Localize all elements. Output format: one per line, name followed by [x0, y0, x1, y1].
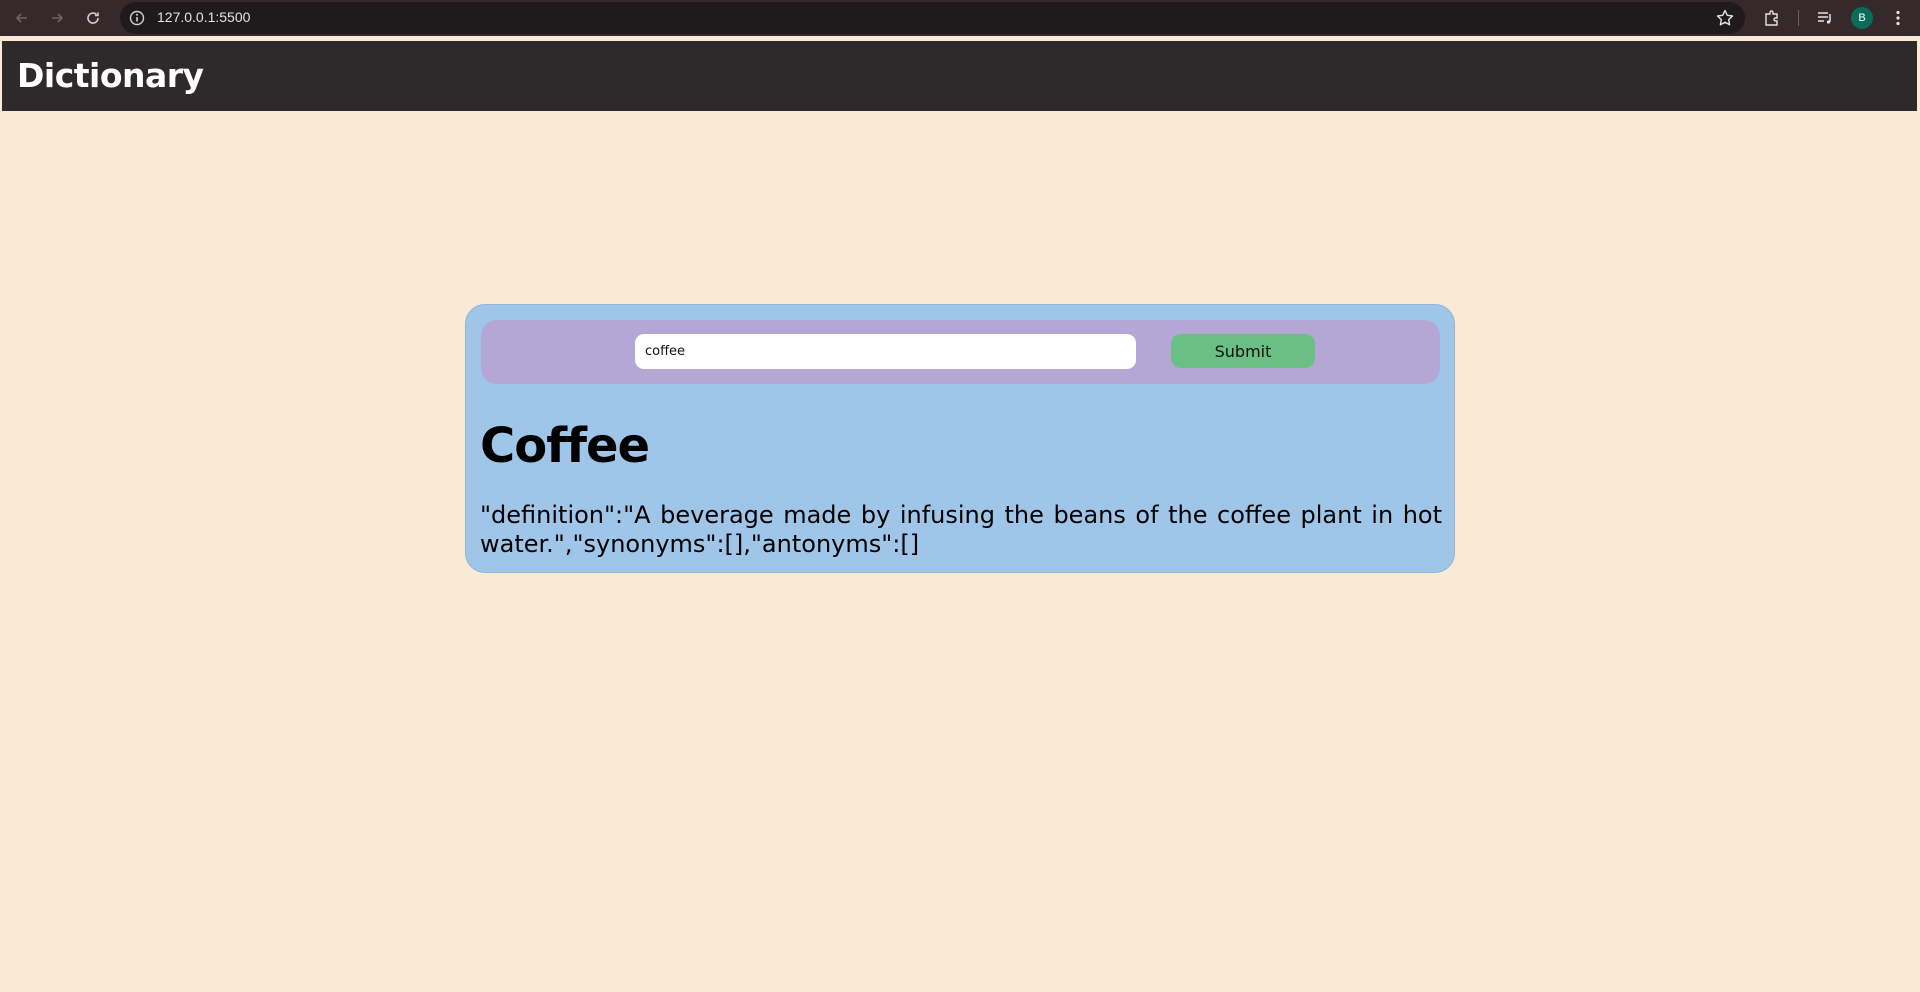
page-title: Dictionary: [17, 56, 204, 95]
search-input[interactable]: [635, 334, 1136, 369]
search-bar: Submit: [481, 320, 1440, 384]
address-bar[interactable]: 127.0.0.1:5500: [120, 2, 1745, 34]
profile-avatar[interactable]: B: [1851, 7, 1873, 29]
definition-text: "definition":"A beverage made by infusin…: [480, 501, 1442, 558]
toolbar-divider: [1798, 10, 1799, 26]
back-icon[interactable]: [10, 6, 34, 30]
reload-icon[interactable]: [81, 6, 105, 30]
browser-chrome: 127.0.0.1:5500 B: [0, 0, 1920, 36]
bookmark-star-icon[interactable]: [1715, 8, 1735, 28]
submit-button[interactable]: Submit: [1171, 334, 1315, 368]
reading-list-icon[interactable]: [1813, 6, 1837, 30]
menu-kebab-icon[interactable]: [1886, 6, 1910, 30]
dictionary-card: Submit Coffee "definition":"A beverage m…: [465, 304, 1455, 573]
url-text[interactable]: 127.0.0.1:5500: [157, 9, 250, 25]
word-heading: Coffee: [480, 418, 650, 474]
extensions-icon[interactable]: [1760, 6, 1784, 30]
forward-icon[interactable]: [45, 6, 69, 30]
app-header: Dictionary: [2, 41, 1917, 111]
site-info-icon[interactable]: [129, 10, 145, 26]
